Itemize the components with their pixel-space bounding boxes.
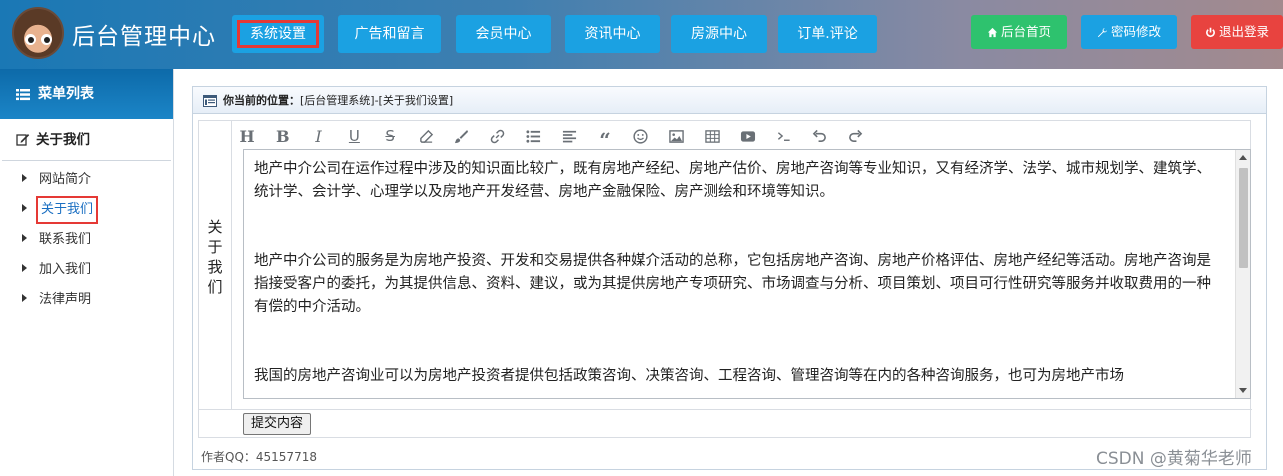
brush-icon[interactable] (452, 125, 472, 147)
menu-title: 菜单列表 (38, 86, 94, 102)
breadcrumb: 你当前的位置：[后台管理系统]-[关于我们设置] (193, 87, 1266, 114)
nav-orders-comments[interactable]: 订单.评论 (778, 15, 877, 53)
strikethrough-icon[interactable]: S (380, 125, 400, 147)
paragraph-blank (254, 319, 1219, 342)
sidebar-item-site-intro[interactable]: 网站简介 (22, 169, 91, 191)
wrench-icon (1097, 27, 1108, 38)
window-icon (203, 95, 217, 107)
align-left-icon[interactable] (559, 125, 579, 147)
nav-member-center[interactable]: 会员中心 (456, 15, 551, 53)
logout-label: 退出登录 (1218, 24, 1269, 39)
field-label-char: 关 (207, 218, 223, 236)
change-password-button[interactable]: 密码修改 (1081, 15, 1177, 49)
logout-button[interactable]: 退出登录 (1191, 15, 1283, 49)
bold-icon[interactable]: B (273, 125, 293, 147)
avatar-eye (25, 34, 36, 45)
menu-header: 菜单列表 (0, 69, 173, 119)
row-divider (199, 409, 1252, 410)
nav-property-center[interactable]: 房源中心 (671, 15, 767, 53)
location-label: 你当前的位置： (223, 94, 300, 107)
scroll-down-arrow-icon[interactable] (1239, 388, 1247, 393)
field-label-char: 于 (207, 238, 223, 256)
italic-icon[interactable]: I (309, 125, 329, 147)
editor-content[interactable]: 地产中介公司在运作过程中涉及的知识面比较广，既有房地产经纪、房地产估价、房地产咨… (254, 158, 1219, 388)
home-icon (987, 27, 998, 38)
sidebar: 菜单列表 关于我们 网站简介 关于我们 联系我们 加入我们 法律声明 (0, 69, 174, 476)
nav-system-settings[interactable]: 系统设置 (232, 15, 324, 53)
header-bar: 后台管理中心 系统设置 广告和留言 会员中心 资讯中心 房源中心 订单.评论 后… (0, 0, 1283, 69)
sidebar-item-label: 联系我们 (39, 232, 92, 247)
avatar (12, 7, 64, 59)
field-label-char: 们 (207, 278, 223, 296)
table-icon[interactable] (702, 125, 722, 147)
underline-icon[interactable]: U (344, 125, 364, 147)
field-label: 关 于 我 们 (199, 121, 232, 409)
rich-text-editor[interactable]: 地产中介公司在运作过程中涉及的知识面比较广，既有房地产经纪、房地产估价、房地产咨… (243, 149, 1251, 399)
paragraph: 我国的房地产咨询业可以为房地产投资者提供包括政策咨询、决策咨询、工程咨询、管理咨… (254, 368, 1124, 384)
sidebar-item-contact-us[interactable]: 联系我们 (22, 229, 91, 251)
power-icon (1206, 27, 1215, 38)
sidebar-item-label: 网站简介 (39, 172, 92, 187)
heading-icon[interactable]: H (237, 125, 257, 147)
watermark: CSDN @黄菊华老师 (1096, 449, 1252, 469)
caret-right-icon (22, 264, 27, 272)
nav-ads-messages[interactable]: 广告和留言 (338, 15, 441, 53)
sidebar-item-label: 法律声明 (39, 292, 92, 307)
paragraph-blank (254, 227, 1219, 250)
content-panel: 你当前的位置：[后台管理系统]-[关于我们设置] 关 于 我 们 H B I U S “ … (192, 86, 1267, 470)
video-icon[interactable] (738, 125, 758, 147)
paragraph: 地产中介公司的服务是为房地产投资、开发和交易提供各种媒介活动的总称，它包括房地产… (254, 253, 1211, 315)
paragraph-blank (254, 204, 1219, 227)
nav-news-center[interactable]: 资讯中心 (565, 15, 660, 53)
sidebar-group-about[interactable]: 关于我们 (2, 119, 171, 161)
avatar-eye (41, 34, 52, 45)
list-icon[interactable] (523, 125, 543, 147)
scroll-up-arrow-icon[interactable] (1239, 155, 1247, 160)
field-label-char: 我 (207, 258, 223, 276)
edit-icon (16, 134, 30, 146)
undo-icon[interactable] (810, 125, 830, 147)
paragraph-blank (254, 342, 1219, 365)
caret-right-icon (22, 294, 27, 302)
about-form: 关 于 我 们 H B I U S “ 地产中介公司在运作过程中涉及的知识面比较广，既有房… (198, 120, 1252, 438)
sidebar-item-legal[interactable]: 法律声明 (22, 289, 91, 311)
editor-scrollbar[interactable] (1235, 150, 1250, 398)
paragraph: 地产中介公司在运作过程中涉及的知识面比较广，既有房地产经纪、房地产估价、房地产咨… (254, 161, 1211, 200)
sidebar-item-label: 加入我们 (39, 262, 92, 277)
change-password-label: 密码修改 (1110, 24, 1161, 39)
caret-right-icon (22, 234, 27, 242)
code-icon[interactable] (774, 125, 794, 147)
eraser-icon[interactable] (416, 125, 436, 147)
home-button-label: 后台首页 (1000, 24, 1051, 39)
group-title: 关于我们 (36, 132, 90, 148)
redo-icon[interactable] (846, 125, 866, 147)
author-qq: 作者QQ：45157718 (201, 450, 317, 464)
sidebar-item-join-us[interactable]: 加入我们 (22, 259, 91, 281)
image-icon[interactable] (667, 125, 687, 147)
list-icon (16, 89, 30, 101)
scroll-thumb[interactable] (1239, 168, 1248, 268)
site-title: 后台管理中心 (72, 24, 216, 50)
home-button[interactable]: 后台首页 (971, 15, 1067, 49)
sidebar-item-about-us[interactable]: 关于我们 (22, 196, 99, 224)
location-path: [后台管理系统]-[关于我们设置] (300, 94, 454, 107)
submit-button[interactable]: 提交内容 (243, 413, 311, 435)
link-icon[interactable] (488, 125, 508, 147)
caret-right-icon (22, 174, 27, 182)
emoji-icon[interactable] (631, 125, 651, 147)
caret-right-icon (22, 204, 27, 212)
sidebar-item-label: 关于我们 (35, 196, 99, 224)
quote-icon[interactable]: “ (595, 125, 615, 150)
